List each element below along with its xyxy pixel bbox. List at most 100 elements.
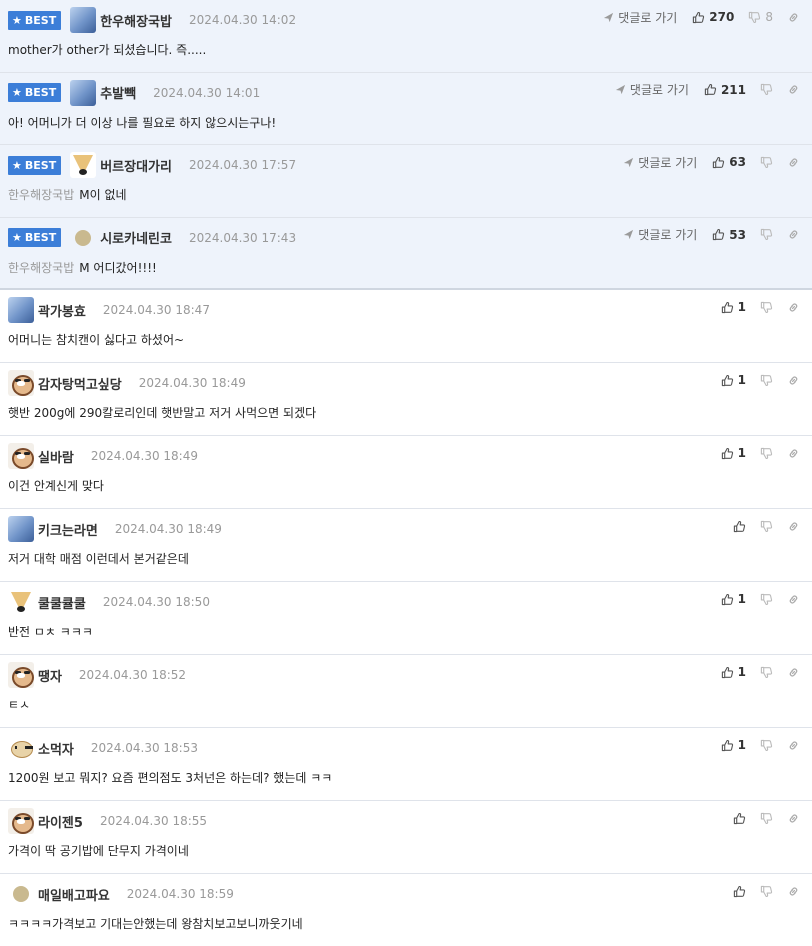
upvote-count: 1	[737, 738, 746, 752]
avatar[interactable]	[70, 79, 97, 106]
author-nickname[interactable]: 땡자	[38, 666, 62, 685]
author-nickname[interactable]: 소먹자	[38, 739, 74, 758]
downvote-button[interactable]	[760, 812, 773, 825]
downvote-button[interactable]	[760, 156, 773, 169]
author-nickname[interactable]: 버르장대가리	[100, 156, 172, 175]
share-link-button[interactable]	[787, 301, 800, 314]
avatar[interactable]	[13, 886, 29, 902]
upvote-button[interactable]: 211	[704, 83, 746, 97]
avatar[interactable]	[8, 735, 34, 761]
upvote-button[interactable]: 1	[721, 373, 746, 387]
send-arrow-icon	[603, 12, 618, 23]
comment: 곽가봉효 2024.04.30 18:47 어머니는 참치캔이 싫다고 하셨어~ 1	[0, 290, 812, 363]
upvote-button[interactable]: 1	[721, 446, 746, 460]
avatar[interactable]	[8, 808, 34, 834]
avatar[interactable]	[70, 152, 97, 178]
upvote-button[interactable]: 1	[721, 300, 746, 314]
downvote-button[interactable]	[760, 228, 773, 241]
share-link-button[interactable]	[787, 520, 800, 533]
goto-reply-link[interactable]: 댓글로 가기	[603, 9, 677, 26]
upvote-button[interactable]: 53	[712, 228, 746, 242]
upvote-button[interactable]: 270	[692, 10, 734, 24]
author-nickname[interactable]: 시로카네린코	[100, 228, 172, 247]
downvote-button[interactable]	[760, 447, 773, 460]
downvote-button[interactable]: 8	[748, 10, 773, 24]
author-nickname[interactable]: 감자탕먹고싶당	[38, 374, 122, 393]
thumbs-down-icon	[760, 374, 773, 387]
avatar[interactable]	[75, 229, 92, 246]
comment-header: ★ BEST 한우해장국밥 2024.04.30 14:02	[8, 7, 296, 33]
share-link-button[interactable]	[787, 812, 800, 825]
upvote-button[interactable]	[733, 812, 746, 825]
avatar[interactable]	[8, 662, 34, 688]
share-link-button[interactable]	[787, 885, 800, 898]
reply-to-nickname[interactable]: 한우해장국밥	[8, 261, 74, 275]
reply-to-nickname[interactable]: 한우해장국밥	[8, 188, 74, 202]
comment-actions: 댓글로 가기 270 8	[603, 8, 800, 26]
comment-header: 쿨쿨큘쿨 2024.04.30 18:50	[8, 589, 210, 615]
share-link-button[interactable]	[787, 228, 800, 241]
downvote-button[interactable]	[760, 520, 773, 533]
downvote-button[interactable]	[760, 301, 773, 314]
avatar[interactable]	[8, 370, 34, 396]
share-link-button[interactable]	[787, 374, 800, 387]
share-link-button[interactable]	[787, 666, 800, 679]
downvote-button[interactable]	[760, 83, 773, 96]
upvote-button[interactable]: 1	[721, 665, 746, 679]
downvote-button[interactable]	[760, 593, 773, 606]
thumbs-down-icon	[760, 520, 773, 533]
goto-reply-link[interactable]: 댓글로 가기	[615, 81, 689, 98]
avatar[interactable]	[8, 589, 34, 615]
comment-body: ㅋㅋㅋㅋ가격보고 기대는안했는데 왕참치보고보니까웃기네	[8, 917, 303, 931]
comment-date: 2024.04.30 18:49	[138, 376, 246, 390]
thumbs-up-icon	[721, 593, 734, 606]
best-badge: ★ BEST	[8, 10, 62, 30]
downvote-button[interactable]	[760, 374, 773, 387]
author-nickname[interactable]: 키크는라면	[38, 520, 98, 539]
author-nickname[interactable]: 쿨쿨큘쿨	[38, 593, 86, 612]
comment-header: ★ BEST 시로카네린코 2024.04.30 17:43	[8, 227, 296, 249]
thumbs-up-icon	[733, 520, 746, 533]
best-badge: ★ BEST	[8, 228, 62, 247]
downvote-button[interactable]	[760, 739, 773, 752]
goto-reply-label: 댓글로 가기	[618, 10, 678, 25]
thumbs-up-icon	[721, 447, 734, 460]
share-link-button[interactable]	[787, 739, 800, 752]
upvote-count: 63	[729, 155, 746, 169]
avatar[interactable]	[8, 297, 34, 323]
share-link-button[interactable]	[787, 83, 800, 96]
author-nickname[interactable]: 실바람	[38, 447, 74, 466]
avatar[interactable]	[8, 443, 34, 469]
goto-reply-link[interactable]: 댓글로 가기	[623, 154, 697, 171]
comment-date: 2024.04.30 18:49	[114, 522, 222, 536]
comment-body: M 어디갔어!!!!	[79, 260, 157, 275]
author-nickname[interactable]: 곽가봉효	[38, 301, 86, 320]
link-icon	[787, 739, 800, 752]
thumbs-down-icon	[760, 666, 773, 679]
comment-header: ★ BEST 버르장대가리 2024.04.30 17:57	[8, 152, 297, 178]
thumbs-down-icon	[748, 11, 761, 24]
comment-date: 2024.04.30 18:55	[99, 814, 208, 828]
downvote-button[interactable]	[760, 885, 773, 898]
author-nickname[interactable]: 라이젠5	[38, 812, 83, 831]
share-link-button[interactable]	[787, 156, 800, 169]
comment-header: 소먹자 2024.04.30 18:53	[8, 735, 198, 761]
upvote-button[interactable]: 63	[712, 155, 746, 169]
comment-date: 2024.04.30 17:57	[188, 158, 297, 172]
downvote-button[interactable]	[760, 666, 773, 679]
upvote-button[interactable]: 1	[721, 592, 746, 606]
avatar[interactable]	[8, 516, 34, 542]
upvote-button[interactable]	[733, 520, 746, 533]
link-icon	[787, 447, 800, 460]
share-link-button[interactable]	[787, 593, 800, 606]
author-nickname[interactable]: 한우해장국밥	[100, 11, 172, 30]
upvote-button[interactable]	[733, 885, 746, 898]
author-nickname[interactable]: 추발빽	[100, 83, 136, 102]
share-link-button[interactable]	[787, 11, 800, 24]
author-nickname[interactable]: 매일배고파요	[38, 885, 110, 904]
avatar[interactable]	[70, 7, 97, 33]
upvote-button[interactable]: 1	[721, 738, 746, 752]
goto-reply-link[interactable]: 댓글로 가기	[623, 226, 697, 243]
link-icon	[787, 301, 800, 314]
share-link-button[interactable]	[787, 447, 800, 460]
